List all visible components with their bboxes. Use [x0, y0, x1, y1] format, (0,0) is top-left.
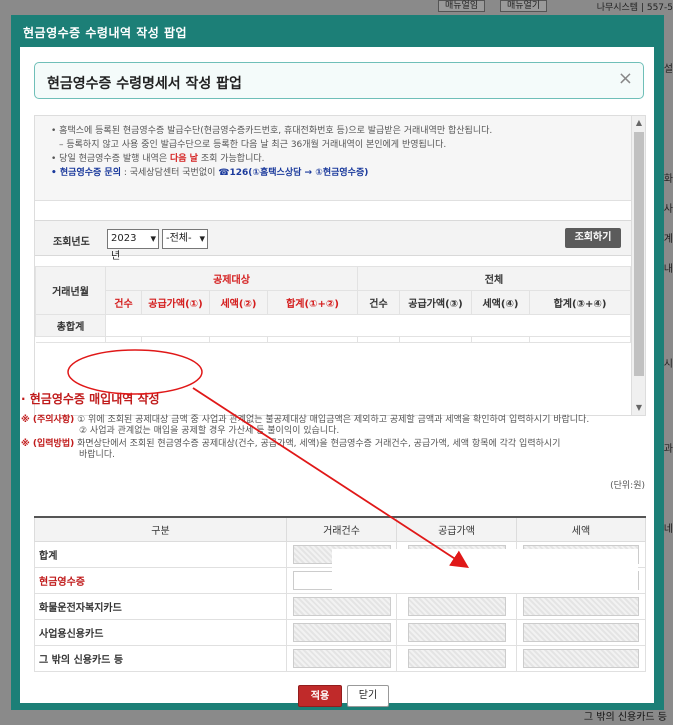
total-sum-header: 합계(③+④) [529, 290, 631, 315]
entry-header-count: 거래건수 [286, 516, 397, 542]
row-label-cargo-welfare-card: 화물운전자복지카드 [34, 592, 287, 620]
group-total: 전체 [357, 266, 631, 291]
notice-line-2: – 등록하지 않고 사용 중인 발급수단으로 등록한 다음 날 최근 36개월 … [59, 140, 447, 150]
scroll-up-icon[interactable]: ▲ [632, 116, 646, 130]
other-count-field [292, 648, 391, 668]
year-select[interactable]: 2023년 [107, 229, 159, 262]
entry-section-title: · 현금영수증 매입내역 작성 [21, 392, 160, 406]
vertical-scrollbar[interactable]: ▲ ▼ [631, 116, 645, 415]
notice-line-1: • 홈택스에 등록된 현금영수증 발급수단(현금영수증카드번호, 휴대전화번호 … [51, 126, 493, 136]
table-row [529, 336, 631, 343]
row-label-other-card: 그 밖의 신용카드 등 [34, 644, 287, 672]
other-supply-field [407, 648, 506, 668]
search-button[interactable]: 조회하기 [565, 228, 621, 248]
bg-manual-button-1: 매뉴얼임 [438, 0, 486, 12]
row-grand-total: 총합계 [35, 314, 106, 337]
col-deal-month: 거래년월 [35, 266, 106, 315]
entry-header-category: 구분 [34, 516, 287, 542]
popup-header: 현금영수증 수령명세서 작성 팝업 × [34, 62, 644, 99]
deduct-tax-header: 세액(②) [209, 290, 268, 315]
row-label-cash-receipt: 현금영수증 [34, 566, 287, 594]
popup-header-title: 현금영수증 수령명세서 작성 팝업 [47, 76, 242, 92]
business-count-field [292, 622, 391, 642]
row-label-business-card: 사업용신용카드 [34, 618, 287, 646]
cargo-supply-field [407, 596, 506, 616]
apply-button[interactable]: 적용 [298, 685, 342, 707]
close-button[interactable]: 닫기 [347, 685, 389, 707]
total-supply-header: 공급가액(③) [399, 290, 472, 315]
inquiry-content: • 홈택스에 등록된 현금영수증 발급수단(현금영수증카드번호, 휴대전화번호 … [35, 116, 631, 415]
table-row [141, 336, 210, 343]
other-tax-field [523, 648, 639, 668]
notice-line-4: • 현금영수증 문의 : 국세상담센터 국번없이 ☎126(①홈택스상담 → ①… [51, 168, 369, 178]
unit-label: (단위:원) [610, 481, 645, 491]
scrollbar-thumb[interactable] [634, 132, 644, 376]
inquiry-scroll-area[interactable]: • 홈택스에 등록된 현금영수증 발급수단(현금영수증카드번호, 휴대전화번호 … [34, 115, 646, 416]
table-row: 화물운전자복지카드 [34, 592, 646, 620]
search-year-label: 조회년도 [53, 237, 90, 248]
type-select[interactable]: -전체- [162, 229, 208, 249]
cargo-count-field [292, 596, 391, 616]
bg-side-text: 사 [663, 204, 673, 215]
notice-box: • 홈택스에 등록된 현금영수증 발급수단(현금영수증카드번호, 휴대전화번호 … [35, 116, 631, 201]
table-row: 그 밖의 신용카드 등 [34, 644, 646, 672]
table-row [471, 336, 530, 343]
bg-side-text: 내 [663, 264, 673, 275]
scroll-down-icon[interactable]: ▼ [632, 401, 646, 415]
table-row [357, 336, 400, 343]
bg-manual-button-2: 매뉴얼기 [500, 0, 548, 12]
grand-total-cells [105, 314, 631, 337]
table-row: 사업용신용카드 [34, 618, 646, 646]
bg-side-text: 설 [663, 64, 673, 75]
caution-text: ※ (주의사항) ① 위에 조회된 공제대상 금액 중 사업과 관계없는 불공제… [21, 415, 590, 460]
total-count-header: 건수 [357, 290, 400, 315]
summary-table: 거래년월 공제대상 전체 건수 공급가액(①) 세액(②) 합계(①+②) 건수… [35, 266, 631, 343]
bg-side-text: 화 [663, 174, 673, 185]
close-icon[interactable]: × [618, 70, 633, 88]
notice-line-3: • 당일 현금영수증 발행 내역은 다음 날 조회 가능합니다. [51, 154, 265, 164]
total-tax-header: 세액(④) [471, 290, 530, 315]
table-row [267, 336, 358, 343]
row-label-total: 합계 [34, 540, 287, 568]
deduct-supply-header: 공급가액(①) [141, 290, 210, 315]
bg-side-text: 네 [663, 524, 673, 535]
entry-header-tax: 세액 [516, 516, 646, 542]
table-row [209, 336, 268, 343]
search-row: 조회년도 2023년 -전체- 조회하기 [35, 220, 631, 262]
bg-side-text: 시 [663, 359, 673, 370]
deduct-sum-header: 합계(①+②) [267, 290, 358, 315]
popup-window-title: 현금영수증 수령내역 작성 팝업 [23, 26, 188, 40]
table-row [399, 336, 472, 343]
bg-side-text: 과 [663, 444, 673, 455]
table-row [105, 336, 142, 343]
table-row [35, 336, 106, 343]
bg-bottom-text: 그 밖의 신용카드 등 [583, 712, 667, 723]
entry-table: 구분 거래건수 공급가액 세액 합계 현금영수증 화물운전자복지카드 사업용신용… [34, 516, 646, 672]
bg-side-text: 계 [663, 234, 673, 245]
entry-header-supply: 공급가액 [396, 516, 517, 542]
business-supply-field [407, 622, 506, 642]
business-tax-field [523, 622, 639, 642]
redaction-box [332, 549, 638, 593]
bg-top-right-text: 나무시스템 | 557-5 [596, 3, 673, 13]
cargo-tax-field [523, 596, 639, 616]
deduct-count-header: 건수 [105, 290, 142, 315]
group-deduct-target: 공제대상 [105, 266, 358, 291]
